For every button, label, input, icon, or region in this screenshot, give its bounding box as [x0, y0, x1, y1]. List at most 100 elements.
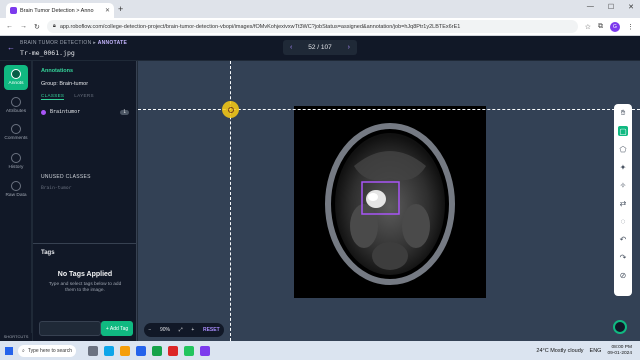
extensions-icon[interactable]: ⧉: [598, 23, 603, 31]
tab-title: Brain Tumor Detection > Anno: [20, 7, 94, 14]
attributes-icon: [11, 97, 21, 107]
browser-tab[interactable]: Brain Tumor Detection > Anno ✕: [6, 3, 114, 18]
taskbar-search-text: Type here to search: [27, 347, 73, 354]
file-explorer-icon[interactable]: [120, 345, 130, 356]
redo-icon[interactable]: ↷: [618, 252, 628, 262]
raw-data-icon: [11, 181, 21, 191]
windows-taskbar: ⌕ Type here to search 24°C Mostly cloudy…: [0, 341, 640, 360]
url-text: app.roboflow.com/college-detection-proje…: [59, 23, 461, 30]
class-color-icon: [41, 109, 46, 115]
group-label: Group: Brain-tumor: [41, 81, 89, 87]
add-tag-button[interactable]: + Add Tag: [101, 321, 133, 336]
menu-kebab-icon[interactable]: ⋮: [627, 23, 634, 31]
zoom-out-icon[interactable]: −: [148, 327, 151, 333]
zoom-in-icon[interactable]: +: [191, 327, 194, 333]
task-view-icon[interactable]: [88, 345, 98, 356]
rail-item-annots[interactable]: Annots: [4, 65, 28, 90]
rail-label: Raw Data: [5, 193, 27, 198]
unused-classes-heading: UNUSED CLASSES: [41, 174, 91, 180]
repeat-previous-icon[interactable]: ⇄: [618, 198, 628, 208]
undo-icon[interactable]: ↶: [618, 234, 628, 244]
pan-hand-icon[interactable]: ✋︎: [618, 108, 628, 118]
breadcrumb-mode: ANNOTATE: [97, 40, 128, 46]
back-nav-icon[interactable]: ←: [6, 23, 13, 30]
close-window-icon[interactable]: ✕: [628, 3, 634, 11]
image-filename: Tr-me_0061.jpg: [20, 49, 75, 57]
class-row[interactable]: Braintumor 1: [41, 109, 129, 115]
rail-label: Comments: [4, 136, 28, 141]
comment-icon[interactable]: ◌: [618, 216, 628, 226]
rail-item-history[interactable]: History: [0, 153, 32, 170]
close-tab-icon[interactable]: ✕: [105, 7, 110, 14]
mri-brain-image: [294, 106, 486, 298]
app-icon[interactable]: [152, 345, 162, 356]
pager-text: 52 / 107: [308, 44, 332, 51]
tab-layers[interactable]: LAYERS: [74, 93, 94, 100]
next-image-icon[interactable]: ›: [348, 44, 350, 51]
address-bar[interactable]: 🔒︎ app.roboflow.com/college-detection-pr…: [46, 20, 578, 33]
prev-image-icon[interactable]: ‹: [290, 44, 292, 51]
history-icon: [11, 153, 21, 163]
reset-zoom-button[interactable]: RESET: [203, 327, 220, 333]
breadcrumb: BRAIN TUMOR DETECTION ▸ ANNOTATE: [20, 40, 127, 46]
breadcrumb-project[interactable]: BRAIN TUMOR DETECTION: [20, 40, 92, 46]
rail-item-comments[interactable]: Comments: [0, 124, 32, 141]
label-assist-icon[interactable]: ✧: [618, 180, 628, 190]
browser-tabbar: Brain Tumor Detection > Anno ✕ + — ☐ ✕: [0, 0, 640, 18]
tag-input[interactable]: [39, 321, 101, 336]
store-icon[interactable]: [136, 345, 146, 356]
profile-avatar[interactable]: G: [610, 21, 620, 32]
rail-label: History: [8, 165, 24, 170]
weather-text[interactable]: 24°C Mostly cloudy: [536, 348, 583, 354]
tags-empty-title: No Tags Applied: [57, 271, 113, 278]
panel-tabs: CLASSES LAYERS: [41, 93, 94, 100]
taskbar-search[interactable]: ⌕ Type here to search: [18, 344, 76, 357]
smart-polygon-icon[interactable]: ✦: [618, 162, 628, 172]
rail-item-raw-data[interactable]: Raw Data: [0, 181, 32, 198]
roboflow-favicon-icon: [10, 7, 17, 14]
chrome-icon[interactable]: [184, 345, 194, 356]
app-icon[interactable]: [200, 345, 210, 356]
zoom-value: 90%: [159, 327, 170, 333]
window-controls: — ☐ ✕: [587, 3, 634, 11]
search-icon: ⌕: [22, 347, 25, 354]
language-indicator[interactable]: ENG: [590, 348, 602, 354]
unused-class-item[interactable]: Brain-tumor: [41, 186, 71, 191]
clock-date: 09-01-2024: [607, 350, 632, 356]
app-icon[interactable]: [168, 345, 178, 356]
image-pager: ‹ 52 / 107 ›: [283, 40, 357, 55]
edge-icon[interactable]: [104, 345, 114, 356]
crosshair-horizontal: [138, 109, 640, 110]
windows-start-icon[interactable]: [5, 346, 13, 355]
class-count-badge: 1: [120, 109, 129, 115]
annotations-panel: Annotations Group: Brain-tumor CLASSES L…: [33, 61, 137, 341]
fit-screen-icon[interactable]: ⤢: [179, 327, 183, 333]
annotations-icon: [11, 69, 21, 79]
maximize-icon[interactable]: ☐: [608, 3, 614, 11]
null-image-icon[interactable]: ⊘: [618, 270, 628, 280]
tags-help-text: Type and select tags below to add them t…: [48, 282, 122, 293]
tab-classes[interactable]: CLASSES: [41, 93, 65, 100]
lock-icon: 🔒︎: [52, 23, 56, 29]
back-arrow-icon[interactable]: ←: [7, 43, 15, 52]
rail-item-attributes[interactable]: Attributes: [0, 97, 32, 114]
shortcuts-button[interactable]: SHORTCUTS: [0, 333, 32, 341]
forward-nav-icon[interactable]: →: [20, 23, 27, 30]
rail-label: Annots: [8, 81, 24, 86]
tags-section: Tags No Tags Applied Type and select tag…: [33, 243, 137, 341]
clock[interactable]: 08:00 PM 09-01-2024: [607, 345, 632, 357]
clock-time: 08:00 PM: [611, 344, 632, 350]
polygon-tool-icon[interactable]: ⬠: [618, 144, 628, 154]
bounding-box-tool-icon[interactable]: ▢: [618, 126, 628, 136]
bookmark-star-icon[interactable]: ☆: [585, 23, 591, 31]
right-toolbar: ✋︎ ▢ ⬠ ✦ ✧ ⇄ ◌ ↶ ↷ ⊘: [614, 104, 632, 296]
rail-label: Attributes: [5, 109, 27, 114]
class-name: Braintumor: [50, 109, 81, 115]
new-tab-icon[interactable]: +: [118, 4, 123, 14]
reload-icon[interactable]: ↻: [34, 23, 40, 31]
cursor-highlight-icon: [222, 101, 239, 118]
annotation-canvas[interactable]: [138, 61, 640, 341]
minimize-icon[interactable]: —: [587, 3, 594, 11]
help-button[interactable]: [613, 320, 627, 334]
tags-heading: Tags: [41, 250, 55, 256]
